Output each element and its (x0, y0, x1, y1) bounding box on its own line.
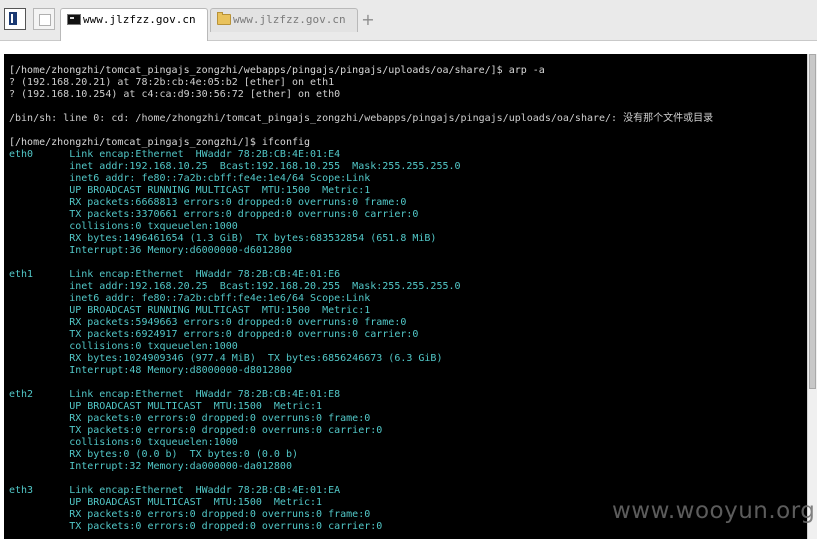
terminal-line: RX packets:6668813 errors:0 dropped:0 ov… (9, 197, 407, 208)
tab-label: www.jlzfzz.gov.cn (233, 13, 346, 26)
terminal-line: inet6 addr: fe80::7a2b:cbff:fe4e:1e6/64 … (9, 293, 371, 304)
toolbar-spacer (0, 41, 817, 54)
terminal-output[interactable]: [/home/zhongzhi/tomcat_pingajs_zongzhi/w… (4, 54, 807, 539)
tab-terminal[interactable]: www.jlzfzz.gov.cn (60, 8, 208, 41)
terminal-line: Interrupt:48 Memory:d8000000-d8012800 (9, 365, 292, 376)
terminal-line: collisions:0 txqueuelen:1000 (9, 221, 238, 232)
terminal-line: RX packets:5949663 errors:0 dropped:0 ov… (9, 317, 407, 328)
terminal-line: ? (192.168.10.254) at c4:ca:d9:30:56:72 … (9, 89, 341, 100)
terminal-icon (67, 14, 81, 25)
tab-label: www.jlzfzz.gov.cn (83, 13, 196, 26)
new-tab-button[interactable]: + (361, 10, 375, 30)
scrollbar-thumb[interactable] (809, 54, 816, 389)
terminal-line: eth0 Link encap:Ethernet HWaddr 78:2B:CB… (9, 149, 341, 160)
terminal-line: [/home/zhongzhi/tomcat_pingajs_zongzhi/]… (9, 137, 311, 148)
terminal-line: TX packets:3370661 errors:0 dropped:0 ov… (9, 209, 419, 220)
terminal-line: ? (192.168.20.21) at 78:2b:cb:4e:05:b2 [… (9, 77, 335, 88)
terminal-line: inet addr:192.168.20.25 Bcast:192.168.20… (9, 281, 461, 292)
terminal-line: Interrupt:36 Memory:d6000000-d6012800 (9, 245, 292, 256)
terminal-line: inet6 addr: fe80::7a2b:cbff:fe4e:1e4/64 … (9, 173, 371, 184)
terminal-line: [/home/zhongzhi/tomcat_pingajs_zongzhi/w… (9, 65, 545, 76)
terminal-line: UP BROADCAST RUNNING MULTICAST MTU:1500 … (9, 185, 371, 196)
terminal-line: eth3 Link encap:Ethernet HWaddr 78:2B:CB… (9, 485, 341, 496)
terminal-line: UP BROADCAST MULTICAST MTU:1500 Metric:1 (9, 401, 323, 412)
tab-bar: www.jlzfzz.gov.cn www.jlzfzz.gov.cn + (0, 0, 817, 41)
terminal-line: UP BROADCAST RUNNING MULTICAST MTU:1500 … (9, 305, 371, 316)
terminal-line: collisions:0 txqueuelen:1000 (9, 437, 238, 448)
terminal-line: Interrupt:32 Memory:da000000-da012800 (9, 461, 292, 472)
folder-icon (217, 12, 231, 25)
terminal-line: TX packets:6924917 errors:0 dropped:0 ov… (9, 329, 419, 340)
sidebar-toggle-icon[interactable] (4, 8, 26, 30)
terminal-line: eth2 Link encap:Ethernet HWaddr 78:2B:CB… (9, 389, 341, 400)
terminal-line: RX packets:0 errors:0 dropped:0 overruns… (9, 413, 371, 424)
terminal-line: inet addr:192.168.10.25 Bcast:192.168.10… (9, 161, 461, 172)
terminal-line: TX packets:0 errors:0 dropped:0 overruns… (9, 425, 383, 436)
terminal-line: eth1 Link encap:Ethernet HWaddr 78:2B:CB… (9, 269, 341, 280)
terminal-line: RX bytes:1024909346 (977.4 MiB) TX bytes… (9, 353, 443, 364)
terminal-scrollbar[interactable] (807, 54, 817, 539)
terminal-line: /bin/sh: line 0: cd: /home/zhongzhi/tomc… (9, 113, 714, 124)
terminal-line: RX bytes:0 (0.0 b) TX bytes:0 (0.0 b) (9, 449, 298, 460)
page-icon[interactable] (33, 8, 55, 30)
tab-file-manager[interactable]: www.jlzfzz.gov.cn (210, 8, 358, 32)
watermark: www.wooyun.org (612, 498, 816, 524)
terminal-line: collisions:0 txqueuelen:1000 (9, 341, 238, 352)
terminal-line: RX bytes:1496461654 (1.3 GiB) TX bytes:6… (9, 233, 437, 244)
